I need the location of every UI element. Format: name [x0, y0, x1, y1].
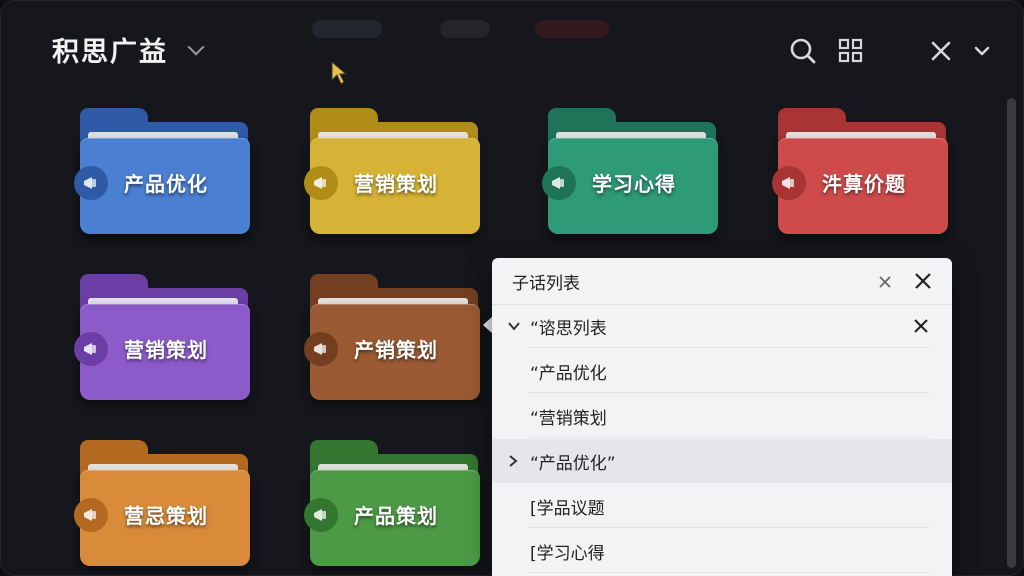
blurred-tab [440, 20, 490, 38]
megaphone-icon [304, 498, 338, 532]
popup-list-item[interactable]: “产品优化” [492, 439, 952, 483]
subtopic-list-popup: 子话列表 “谘思列表 “产品优化 “营销策划 “产品优化” [学品议题 [学习心得 [492, 258, 952, 576]
list-item-label: [学品议题 [530, 498, 605, 519]
megaphone-icon [74, 498, 108, 532]
app-title: 积思广益 [52, 37, 168, 68]
divider [528, 392, 930, 393]
folder-label: 营忌策划 [124, 504, 208, 528]
close-icon [915, 273, 931, 289]
search-button[interactable] [788, 36, 818, 66]
divider [528, 527, 930, 528]
folder-label: 产品优化 [124, 172, 208, 196]
chevron-down-icon [974, 46, 990, 56]
divider [528, 437, 930, 438]
folder-card[interactable]: 产品策划 [304, 440, 480, 570]
folder-card[interactable]: 营忌策划 [74, 440, 250, 570]
app-window: 积思广益 产品优化 营销策划 学习心得 汼萛价题 营销策划 产销策划 营忌策划 … [0, 0, 1024, 576]
blurred-tab [535, 20, 609, 38]
close-icon[interactable] [914, 319, 928, 333]
popup-title: 子话列表 [512, 273, 580, 294]
close-icon [879, 276, 891, 288]
search-icon [790, 38, 816, 64]
blurred-tab [312, 20, 382, 38]
popup-list-item[interactable]: “谘思列表 [492, 304, 952, 348]
folder-label: 营销策划 [124, 338, 208, 362]
folder-label: 学习心得 [592, 172, 676, 196]
folder-card[interactable]: 汼萛价题 [772, 108, 948, 238]
toolbar [788, 36, 990, 66]
popup-close-button[interactable] [914, 272, 932, 294]
megaphone-icon [74, 332, 108, 366]
divider [528, 572, 930, 573]
mouse-cursor-icon [331, 60, 348, 85]
folder-card[interactable]: 营销策划 [74, 274, 250, 404]
folder-card[interactable]: 营销策划 [304, 108, 480, 238]
divider [528, 347, 930, 348]
title-area[interactable]: 积思广益 [52, 30, 205, 69]
megaphone-icon [542, 166, 576, 200]
close-button[interactable] [926, 36, 956, 66]
folder-label: 产品策划 [354, 504, 438, 528]
folder-label: 产销策划 [354, 338, 438, 362]
megaphone-icon [304, 166, 338, 200]
folder-card[interactable]: 产销策划 [304, 274, 480, 404]
grid-view-button[interactable] [836, 36, 866, 66]
list-item-label: “营销策划 [530, 408, 607, 429]
popup-list-item[interactable]: “产品优化 [492, 349, 952, 393]
popup-list-item[interactable]: [学习心得 [492, 529, 952, 573]
megaphone-icon [772, 166, 806, 200]
list-item-label: “产品优化 [530, 363, 607, 384]
folder-label: 汼萛价题 [822, 172, 906, 196]
chevron-down-icon[interactable] [508, 321, 520, 331]
popup-dismiss-button[interactable] [878, 274, 892, 293]
megaphone-icon [304, 332, 338, 366]
folder-label: 营销策划 [354, 172, 438, 196]
scrollbar[interactable] [1007, 98, 1016, 568]
close-icon [931, 41, 951, 61]
chevron-right-icon[interactable] [508, 455, 518, 467]
megaphone-icon [74, 166, 108, 200]
grid-icon [838, 38, 863, 63]
folder-card[interactable]: 产品优化 [74, 108, 250, 238]
window-menu-button[interactable] [974, 36, 990, 66]
folder-card[interactable]: 学习心得 [542, 108, 718, 238]
popup-list-item[interactable]: “营销策划 [492, 394, 952, 438]
list-item-label: “谘思列表 [530, 318, 607, 339]
list-item-label: [学习心得 [530, 543, 605, 564]
popup-list-item[interactable]: [学品议题 [492, 484, 952, 528]
chevron-down-icon[interactable] [187, 38, 205, 55]
list-item-label: “产品优化” [530, 453, 616, 474]
